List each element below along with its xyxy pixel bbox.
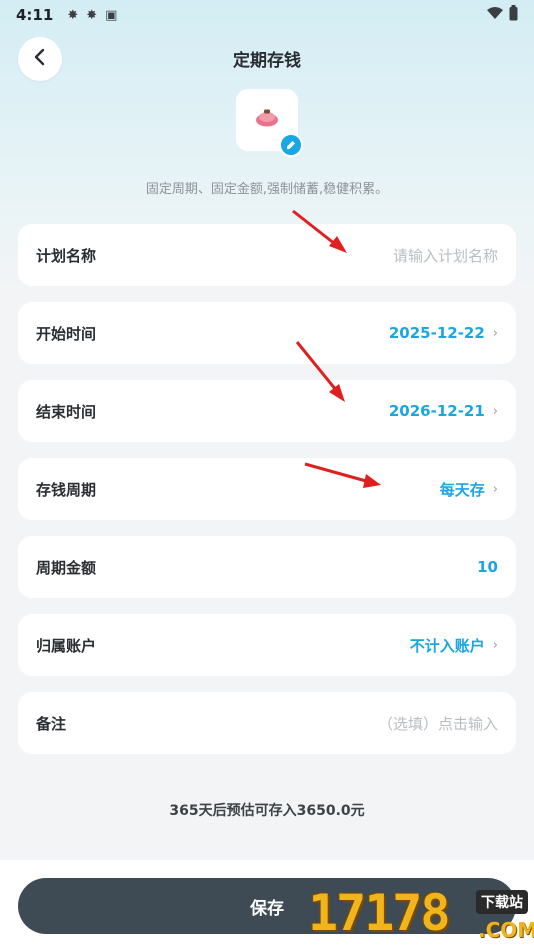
note-input[interactable]: （选填）点击输入 [378, 713, 498, 734]
period-text: 每天存 [439, 480, 485, 499]
end-date-row[interactable]: 结束时间 2026-12-21 › [18, 380, 516, 442]
watermark-logo: 17178 下载站 .COM [308, 884, 534, 950]
estimate-text: 365天后预估可存入3650.0元 [169, 803, 365, 819]
page-title: 定期存钱 [233, 51, 301, 71]
plan-name-row[interactable]: 计划名称 请输入计划名称 [18, 224, 516, 286]
edit-icon-badge[interactable] [279, 133, 303, 157]
note-row[interactable]: 备注 （选填）点击输入 [18, 692, 516, 754]
gear-icon: ✸ [67, 7, 79, 23]
amount-row[interactable]: 周期金额 10 [18, 536, 516, 598]
start-date-row[interactable]: 开始时间 2025-12-22 › [18, 302, 516, 364]
battery-icon [509, 5, 518, 25]
end-date-value[interactable]: 2026-12-21 › [389, 402, 498, 420]
period-row[interactable]: 存钱周期 每天存 › [18, 458, 516, 520]
watermark-number: 17178 [308, 884, 451, 942]
piggy-bank-icon [255, 109, 279, 131]
chevron-right-icon: › [492, 637, 498, 653]
watermark-com: .COM [478, 918, 534, 942]
status-bar: 4:11 ✸ ✸ ▣ [0, 0, 534, 30]
account-value[interactable]: 不计入账户 › [410, 635, 498, 656]
account-text: 不计入账户 [409, 636, 485, 655]
end-date-text: 2026-12-21 [388, 402, 485, 420]
start-date-text: 2025-12-22 [388, 324, 485, 342]
plan-name-label: 计划名称 [36, 246, 97, 265]
gear-icon: ✸ [86, 7, 98, 23]
wifi-icon [487, 6, 503, 24]
end-date-label: 结束时间 [36, 402, 97, 421]
amount-input[interactable]: 10 [477, 558, 498, 576]
status-notification-icons: ✸ ✸ ▣ [67, 8, 117, 23]
edit-icon [285, 136, 297, 155]
amount-label: 周期金额 [36, 558, 97, 577]
note-label: 备注 [36, 714, 67, 733]
chevron-right-icon: › [492, 325, 498, 341]
watermark-tag: 下载站 [476, 890, 528, 914]
chevron-right-icon: › [492, 481, 498, 497]
plan-subtitle: 固定周期、固定金额,强制储蓄,稳健积累。 [145, 182, 389, 197]
status-time: 4:11 [16, 6, 54, 24]
period-label: 存钱周期 [36, 480, 97, 499]
account-label: 归属账户 [36, 636, 97, 655]
account-row[interactable]: 归属账户 不计入账户 › [18, 614, 516, 676]
a-icon: ▣ [105, 7, 118, 23]
start-date-value[interactable]: 2025-12-22 › [389, 324, 498, 342]
plan-name-input[interactable]: 请输入计划名称 [393, 245, 498, 266]
start-date-label: 开始时间 [36, 324, 97, 343]
chevron-right-icon: › [492, 403, 498, 419]
period-value[interactable]: 每天存 › [440, 479, 498, 500]
status-system-icons [487, 5, 518, 25]
